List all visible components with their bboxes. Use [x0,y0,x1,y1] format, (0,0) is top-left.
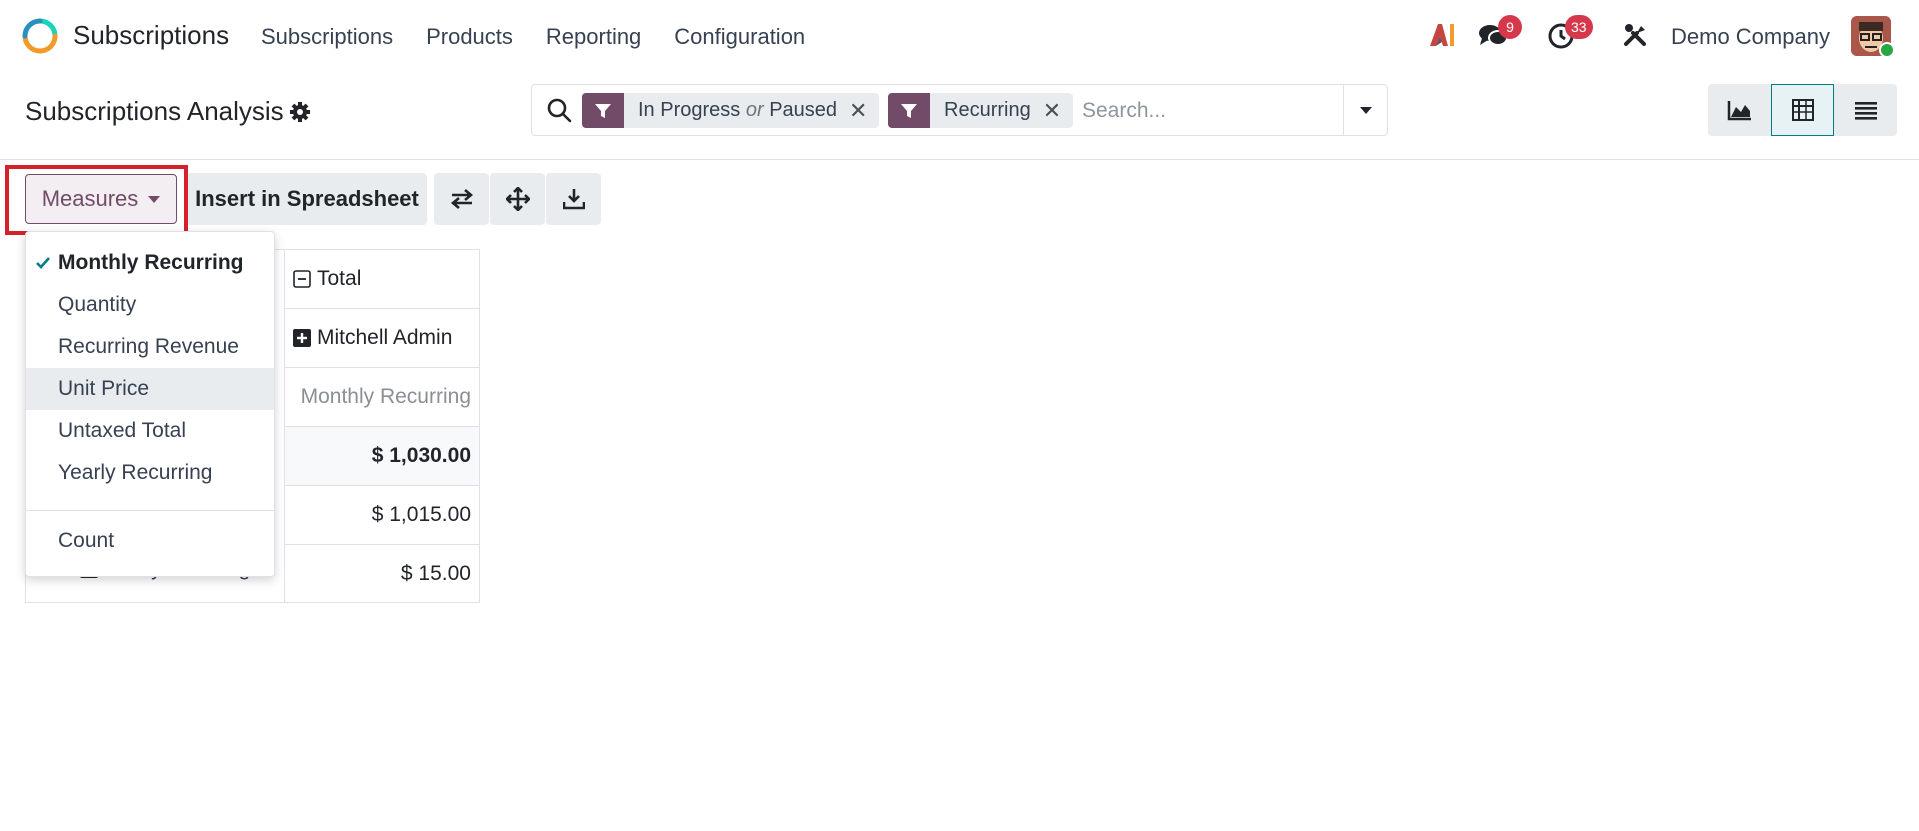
pivot-col-total[interactable]: Total [284,249,480,309]
search-options-toggle[interactable] [1343,85,1387,135]
measure-label: Unit Price [58,377,150,400]
tools-icon[interactable] [1622,22,1648,48]
search-facet-recurring: Recurring ✕ [888,93,1074,128]
exchange-icon [450,189,473,209]
pivot-cell[interactable]: $ 15.00 [284,544,480,603]
subscriptions-logo-icon[interactable] [22,18,58,54]
col-group-label: Mitchell Admin [317,326,453,349]
pivot-content: Insert in Spreadsheet Total Mitchell Adm… [0,161,1919,831]
page-title: Subscriptions Analysis [25,96,284,126]
activity-badge: 33 [1565,15,1593,39]
cell-value: $ 1,030.00 [371,444,471,467]
measure-label: Count [58,529,115,552]
facet-label: In Progress or Paused [638,99,838,121]
view-switcher [1708,84,1897,136]
area-chart-icon [1727,101,1751,121]
menu-configuration[interactable]: Configuration [674,24,805,50]
control-panel: Subscriptions Analysis In Progress or Pa… [0,74,1919,160]
pivot-cell-total[interactable]: $ 1,030.00 [284,426,480,486]
measure-label: Untaxed Total [58,419,187,442]
ai-icon[interactable] [1428,22,1456,48]
download-icon [562,189,585,210]
company-switcher[interactable]: Demo Company [1671,24,1830,50]
insert-in-spreadsheet-button[interactable]: Insert in Spreadsheet [187,173,427,225]
filter-icon [888,93,930,128]
expand-all-button[interactable] [490,173,545,225]
app-name[interactable]: Subscriptions [73,20,229,51]
measure-count[interactable]: Count [26,520,274,562]
gear-icon[interactable] [289,101,311,123]
col-total-label: Total [317,267,362,290]
search-icon [547,98,572,123]
measure-untaxed-total[interactable]: Untaxed Total [26,410,274,452]
cell-value: $ 15.00 [400,561,471,585]
measure-header-label: Monthly Recurring [300,385,471,408]
top-navbar: Subscriptions Subscriptions Products Rep… [0,0,1919,74]
download-button[interactable] [546,173,601,225]
measure-recurring-revenue[interactable]: Recurring Revenue [26,326,274,368]
online-status-icon [1879,42,1895,58]
search-bar: In Progress or Paused ✕ Recurring ✕ [531,84,1388,136]
search-input[interactable] [1082,97,1332,125]
menu-reporting[interactable]: Reporting [546,24,641,50]
dropdown-divider [26,510,274,511]
search-facet-status: In Progress or Paused ✕ [582,93,880,128]
pivot-measure-header[interactable]: Monthly Recurring [284,367,480,427]
chat-badge: 9 [1498,15,1522,39]
table-icon [1791,99,1814,121]
graph-view-button[interactable] [1708,84,1771,136]
filter-icon [582,93,624,128]
menu-products[interactable]: Products [426,24,513,50]
main-menu: Subscriptions Products Reporting Configu… [261,24,838,50]
pivot-col-group[interactable]: Mitchell Admin [284,308,480,368]
measure-monthly-recurring[interactable]: Monthly Recurring [26,242,274,284]
check-icon [36,257,50,269]
measure-label: Monthly Recurring [58,251,244,274]
measure-unit-price[interactable]: Unit Price [26,368,274,410]
remove-facet-icon[interactable]: ✕ [1043,98,1073,124]
pivot-cell[interactable]: $ 1,015.00 [284,485,480,545]
minus-square-icon [293,270,311,288]
measures-dropdown: Monthly Recurring Quantity Recurring Rev… [25,231,275,577]
pivot-view-button[interactable] [1771,84,1834,136]
menu-subscriptions[interactable]: Subscriptions [261,24,393,50]
remove-facet-icon[interactable]: ✕ [849,98,879,124]
measure-quantity[interactable]: Quantity [26,284,274,326]
flip-axis-button[interactable] [434,173,489,225]
caret-down-icon [1359,106,1372,114]
arrows-move-icon [505,187,530,211]
measure-label: Recurring Revenue [58,335,239,358]
list-icon [1854,102,1877,120]
measure-label: Quantity [58,293,137,316]
list-view-button[interactable] [1834,84,1897,136]
cell-value: $ 1,015.00 [371,503,471,526]
measure-yearly-recurring[interactable]: Yearly Recurring [26,452,274,494]
facet-label: Recurring [944,99,1031,121]
measure-label: Yearly Recurring [58,461,213,484]
highlight-box [5,165,188,235]
plus-square-icon [293,329,311,347]
